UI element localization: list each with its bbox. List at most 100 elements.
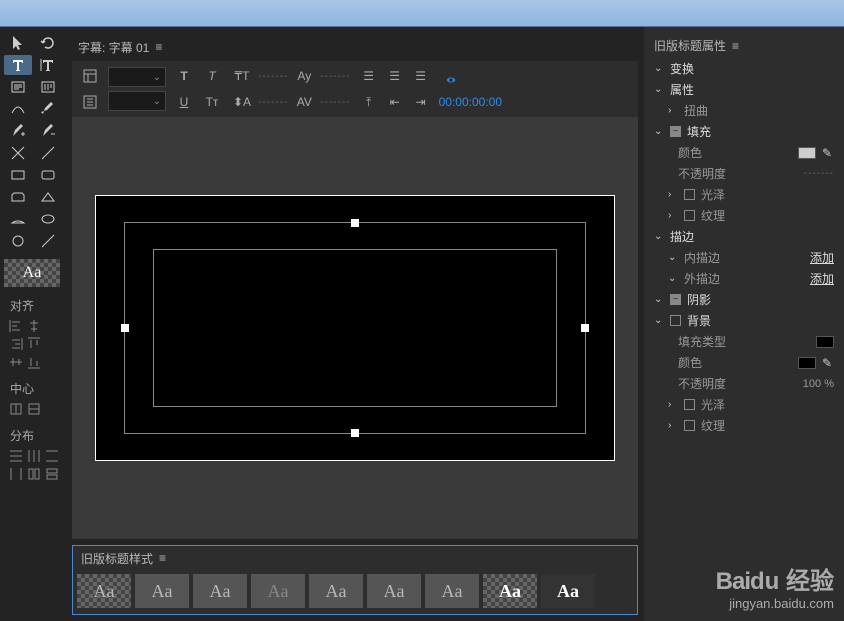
align-right-text[interactable]: ☰	[409, 65, 433, 87]
prop-shadow[interactable]: ⌄阴影	[644, 289, 844, 310]
center-horizontal[interactable]	[26, 401, 42, 417]
delete-anchor-tool[interactable]	[34, 121, 62, 141]
convert-anchor-tool[interactable]	[4, 143, 32, 163]
bg-color-label: 颜色	[678, 354, 792, 371]
rounded-rect-tool[interactable]	[34, 165, 62, 185]
panel-menu-icon[interactable]: ≡	[155, 40, 162, 54]
style-preset-6[interactable]: Aa	[367, 574, 421, 608]
fill-color-label: 颜色	[678, 144, 792, 161]
style-preset-3[interactable]: Aa	[193, 574, 247, 608]
eyedropper-icon[interactable]: ✎	[822, 146, 834, 160]
smallcaps-icon[interactable]: Tᴛ	[200, 91, 224, 113]
style-preset-7[interactable]: Aa	[425, 574, 479, 608]
shadow-checkbox[interactable]	[670, 294, 681, 305]
bg-texture-checkbox[interactable]	[684, 420, 695, 431]
font-size-value[interactable]: -------	[258, 71, 288, 82]
styles-menu-icon[interactable]: ≡	[159, 551, 166, 565]
inner-stroke-label: 内描边	[684, 249, 804, 266]
type-tool[interactable]	[4, 55, 32, 75]
prop-attributes[interactable]: ⌄属性	[644, 79, 844, 100]
italic-icon[interactable]: T	[200, 65, 224, 87]
bg-filltype-swatch[interactable]	[816, 336, 834, 348]
dist-1[interactable]	[8, 448, 24, 464]
style-preset-2[interactable]: Aa	[135, 574, 189, 608]
inner-stroke-add[interactable]: 添加	[810, 249, 834, 266]
tab-left-icon[interactable]: ⇤	[383, 91, 407, 113]
align-left[interactable]	[8, 318, 24, 334]
tab-icon[interactable]: ⤒	[357, 91, 381, 113]
window-titlebar	[0, 0, 844, 27]
outer-stroke-add[interactable]: 添加	[810, 270, 834, 287]
style-preset-4[interactable]: Aa	[251, 574, 305, 608]
dist-6[interactable]	[44, 466, 60, 482]
arc-tool[interactable]	[4, 209, 32, 229]
line-tool-2[interactable]	[34, 143, 62, 163]
align-right[interactable]	[8, 336, 24, 352]
circle-tool[interactable]	[4, 231, 32, 251]
align-vcenter[interactable]	[8, 354, 24, 370]
rectangle-tool[interactable]	[4, 165, 32, 185]
pen-tool[interactable]	[34, 99, 62, 119]
font-style-select[interactable]: ⌄	[108, 91, 166, 111]
templates-icon[interactable]	[78, 65, 102, 87]
timecode-display[interactable]: 00:00:00:00	[439, 95, 502, 109]
prop-background[interactable]: ⌄背景	[644, 310, 844, 331]
fill-color-swatch[interactable]	[798, 147, 816, 159]
clipped-rect-tool[interactable]	[4, 187, 32, 207]
rotate-tool[interactable]	[34, 33, 62, 53]
bg-eyedropper-icon[interactable]: ✎	[822, 356, 834, 370]
roll-crawl-icon[interactable]	[78, 91, 102, 113]
tracking-value[interactable]: -------	[320, 97, 350, 108]
dist-2[interactable]	[26, 448, 42, 464]
fill-checkbox[interactable]	[670, 126, 681, 137]
leading-value[interactable]: -------	[258, 97, 288, 108]
dist-4[interactable]	[8, 466, 24, 482]
prop-stroke[interactable]: ⌄描边	[644, 226, 844, 247]
texture-checkbox[interactable]	[684, 210, 695, 221]
tab-right-icon[interactable]: ⇥	[409, 91, 433, 113]
vertical-type-tool[interactable]	[34, 55, 62, 75]
align-hcenter[interactable]	[26, 318, 42, 334]
stage-wrapper	[72, 117, 638, 539]
align-left-text[interactable]: ☰	[357, 65, 381, 87]
bg-opacity-label: 不透明度	[678, 375, 797, 392]
bg-opacity-value[interactable]: 100 %	[803, 378, 834, 390]
panel-tab-title[interactable]: 字幕: 字幕 01	[78, 39, 149, 56]
bold-icon[interactable]: T	[172, 65, 196, 87]
style-preset-1[interactable]: Aa	[77, 574, 131, 608]
fill-opacity-label: 不透明度	[678, 165, 798, 182]
font-family-select[interactable]: ⌄	[108, 67, 166, 87]
align-bottom[interactable]	[26, 354, 42, 370]
align-section-label: 对齐	[10, 297, 62, 314]
vertical-area-type-tool[interactable]	[34, 77, 62, 97]
show-video-icon[interactable]	[439, 69, 463, 91]
props-menu-icon[interactable]: ≡	[732, 39, 739, 53]
center-vertical[interactable]	[8, 401, 24, 417]
selection-tool[interactable]	[4, 33, 32, 53]
bg-color-swatch[interactable]	[798, 357, 816, 369]
dist-3[interactable]	[44, 448, 60, 464]
underline-icon[interactable]: U	[172, 91, 196, 113]
area-type-tool[interactable]	[4, 77, 32, 97]
dist-5[interactable]	[26, 466, 42, 482]
align-top[interactable]	[26, 336, 42, 352]
bg-sheen-checkbox[interactable]	[684, 399, 695, 410]
align-center-text[interactable]: ☰	[383, 65, 407, 87]
bg-checkbox[interactable]	[670, 315, 681, 326]
prop-fill[interactable]: ⌄填充	[644, 121, 844, 142]
prop-distort[interactable]: ›扭曲	[644, 100, 844, 121]
add-anchor-tool[interactable]	[4, 121, 32, 141]
path-type-tool[interactable]	[4, 99, 32, 119]
center-section-label: 中心	[10, 380, 62, 397]
prop-transform[interactable]: ⌄变换	[644, 58, 844, 79]
title-canvas[interactable]	[95, 195, 615, 461]
sheen-checkbox[interactable]	[684, 189, 695, 200]
ellipse-tool[interactable]	[34, 209, 62, 229]
kerning-value[interactable]: -------	[320, 71, 350, 82]
style-preview-swatch[interactable]: Aa	[4, 259, 60, 287]
line-tool[interactable]	[34, 231, 62, 251]
style-preset-5[interactable]: Aa	[309, 574, 363, 608]
wedge-tool[interactable]	[34, 187, 62, 207]
style-preset-8[interactable]: Aa	[483, 574, 537, 608]
style-preset-9[interactable]: Aa	[541, 574, 595, 608]
